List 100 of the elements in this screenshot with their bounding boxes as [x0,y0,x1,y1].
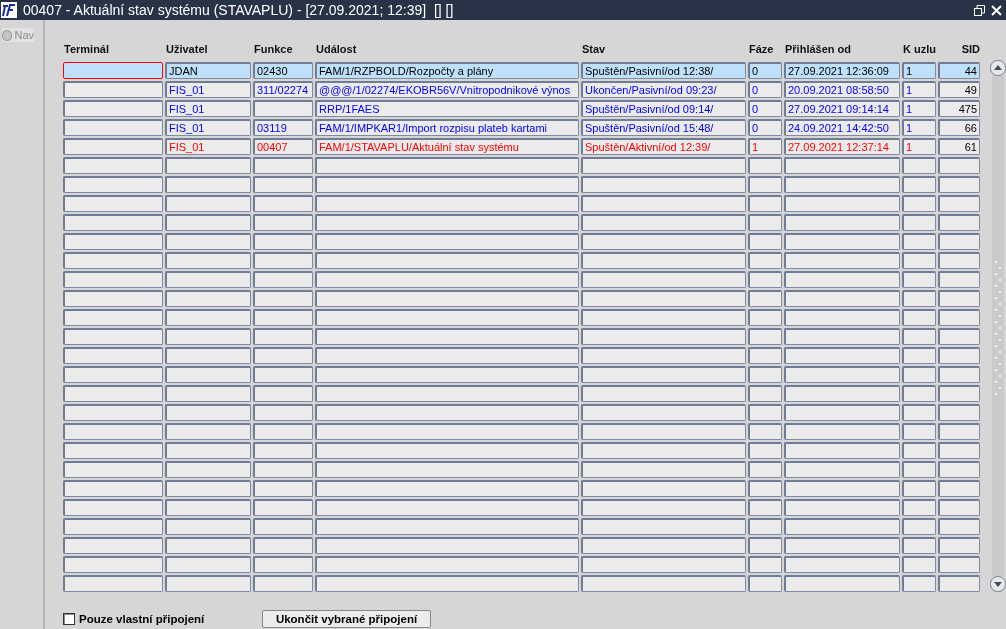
empty-cell [902,556,936,573]
empty-cell [253,499,313,516]
user-cell: FIS_01 [165,81,251,98]
empty-cell [902,271,936,288]
restore-icon[interactable] [974,4,985,16]
app-logo-icon [1,2,17,18]
empty-cell [902,385,936,402]
event-cell: FAM/1/IMPKAR1/Import rozpisu plateb kartami [315,119,579,136]
node-cell: 1 [902,81,936,98]
empty-cell [748,233,782,250]
empty-cell [938,366,980,383]
function-cell: 00407 [253,138,313,155]
empty-cell [938,328,980,345]
empty-cell [748,518,782,535]
empty-cell [253,157,313,174]
empty-cell [938,214,980,231]
own-connections-checkbox[interactable]: Pouze vlastní připojení [63,613,262,625]
sid-cell: 61 [938,138,980,155]
empty-cell [938,461,980,478]
empty-cell [253,328,313,345]
empty-cell [938,480,980,497]
empty-cell [748,157,782,174]
empty-cell [253,366,313,383]
status-cell: Spuštěn/Pasivní/od 12:38/ [581,62,746,79]
column-header: Fáze [748,43,775,57]
empty-cell [748,366,782,383]
node-cell: 1 [902,119,936,136]
empty-cell [253,385,313,402]
event-cell: @@@/1/02274/EKOBR56V/Vnitropodnikové výnos [315,81,579,98]
function-cell: 03119 [253,119,313,136]
empty-cell [902,518,936,535]
function-cell [253,100,313,117]
empty-cell [253,575,313,592]
login-time-cell: 27.09.2021 09:14:14 [784,100,900,117]
empty-cell [938,537,980,554]
status-cell: Ukončen/Pasivní/od 09:23/ [581,81,746,98]
phase-cell: 0 [748,62,782,79]
empty-cell [938,309,980,326]
empty-cell [748,195,782,212]
empty-cell [902,195,936,212]
empty-cell [748,480,782,497]
empty-cell [253,556,313,573]
column-header: Přihlášen od [784,43,853,57]
phase-cell: 0 [748,81,782,98]
empty-cell [938,385,980,402]
empty-cell [253,309,313,326]
empty-cell [938,575,980,592]
empty-cell [748,404,782,421]
column-header: Stav [581,43,607,57]
empty-cell [938,423,980,440]
empty-cell [748,537,782,554]
event-cell: RRP/1FAES [315,100,579,117]
user-cell: FIS_01 [165,138,251,155]
empty-cell [902,214,936,231]
empty-cell [253,461,313,478]
empty-cell [748,461,782,478]
empty-cell [748,347,782,364]
function-cell: 02430 [253,62,313,79]
sid-cell: 66 [938,119,980,136]
sid-cell: 49 [938,81,980,98]
empty-cell [748,290,782,307]
column-header: Funkce [253,43,294,57]
empty-cell [253,404,313,421]
scroll-down-icon[interactable] [989,576,1006,592]
empty-cell [938,556,980,573]
checkbox[interactable] [63,613,75,625]
empty-cell [748,309,782,326]
empty-cell [748,423,782,440]
empty-cell [938,176,980,193]
user-cell: FIS_01 [165,100,251,117]
empty-cell [938,290,980,307]
empty-cell [253,537,313,554]
empty-cell [938,347,980,364]
sid-cell: 475 [938,100,980,117]
event-cell: FAM/1/RZPBOLD/Rozpočty a plány [315,62,579,79]
empty-cell [902,480,936,497]
empty-cell [253,518,313,535]
empty-cell [938,233,980,250]
empty-cell [748,214,782,231]
node-cell: 1 [902,100,936,117]
empty-cell [253,195,313,212]
scroll-up-icon[interactable] [989,60,1006,76]
column-header: K uzlu [902,43,936,57]
close-icon[interactable] [991,4,1002,16]
empty-cell [902,575,936,592]
empty-cell [748,385,782,402]
empty-cell [902,176,936,193]
user-cell: FIS_01 [165,119,251,136]
status-cell: Spuštěn/Pasivní/od 09:14/ [581,100,746,117]
empty-cell [902,366,936,383]
event-cell: FAM/1/STAVAPLU/Aktuální stav systému [315,138,579,155]
empty-cell [253,290,313,307]
end-connections-button[interactable]: Ukončit vybrané připojení [262,610,431,628]
window-title: 00407 - Aktuální stav systému (STAVAPLU) - [27.09.2021; 12:39] [] [] [23,2,454,18]
scrollbar[interactable] [989,60,1006,592]
empty-cell [902,157,936,174]
empty-cell [748,252,782,269]
empty-cell [253,271,313,288]
empty-cell [902,442,936,459]
empty-cell [902,499,936,516]
